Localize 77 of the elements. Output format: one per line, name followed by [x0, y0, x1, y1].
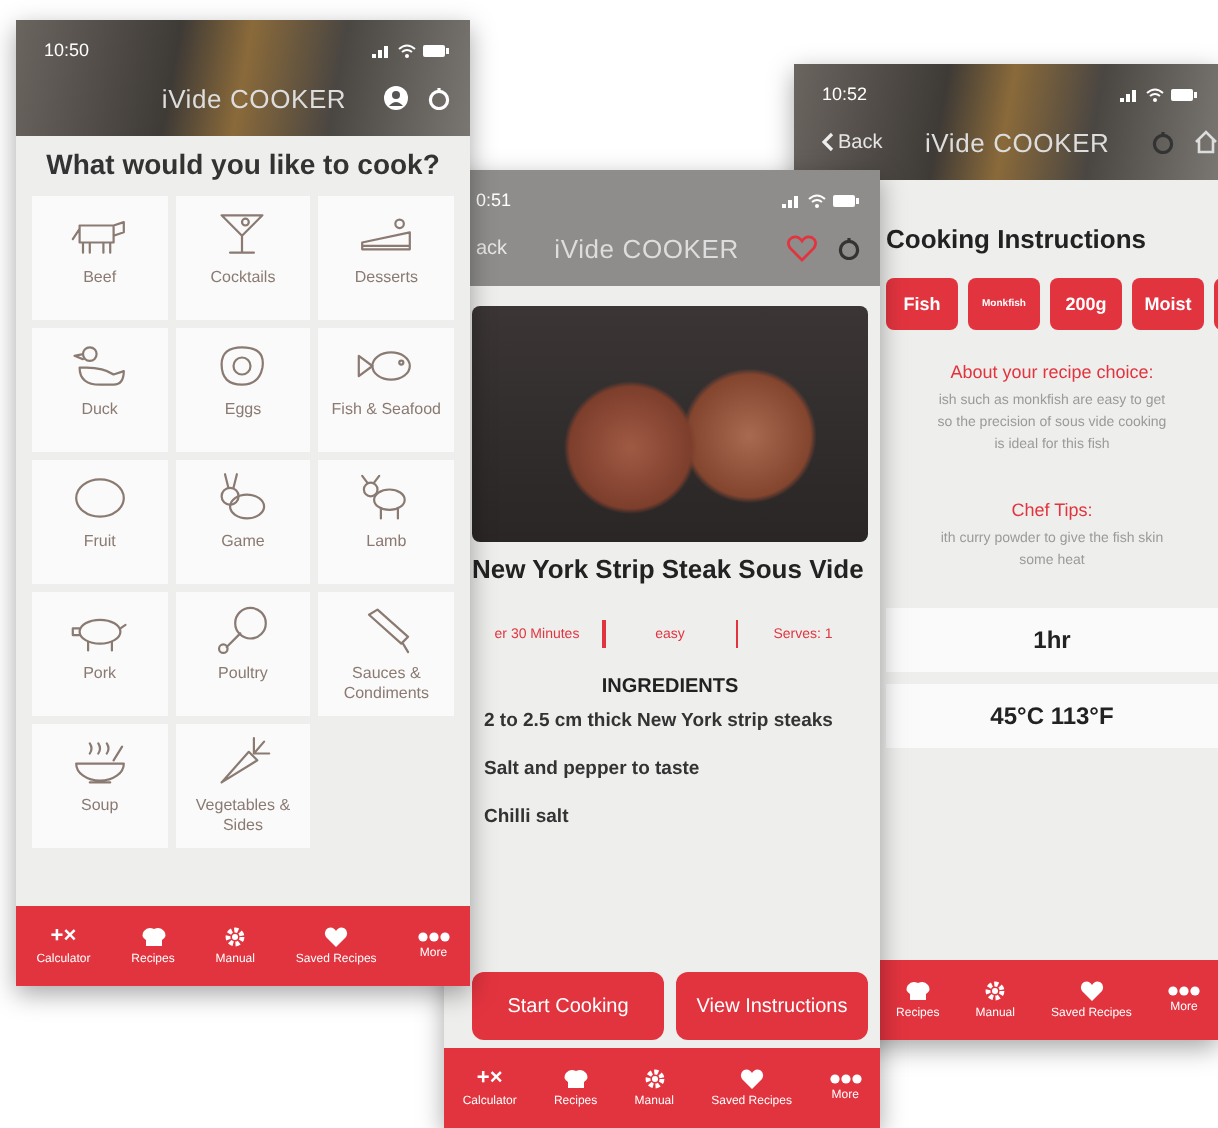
page-title: Cooking Instructions — [886, 224, 1148, 254]
home-icon[interactable] — [1193, 130, 1218, 154]
status-time: 0:51 — [476, 190, 512, 210]
recipe-chip[interactable]: Moist — [1132, 278, 1204, 330]
page-title: What would you like to cook? — [44, 146, 442, 184]
ingredient-item: Chilli salt — [484, 806, 571, 828]
gear-icon — [984, 980, 1007, 1002]
category-tile[interactable]: Vegetables & Sides — [175, 724, 311, 848]
chef-hat-icon — [903, 980, 932, 1002]
category-tile[interactable]: Game — [175, 460, 311, 584]
category-label: Game — [219, 532, 267, 552]
action-button[interactable]: View Instructions — [676, 972, 868, 1040]
recipe-title: New York Strip Steak Sous Vide — [472, 554, 866, 584]
battery-icon — [1170, 87, 1198, 101]
category-tile[interactable]: Cocktails — [175, 196, 311, 320]
signal-icon — [782, 193, 802, 207]
heart-icon — [324, 926, 349, 948]
signal-icon — [1120, 87, 1140, 101]
category-label: Fruit — [81, 532, 118, 552]
recipe-chip[interactable]: Fish — [886, 278, 958, 330]
more-icon — [417, 932, 450, 942]
category-tile[interactable]: Fish & Seafood — [318, 328, 454, 452]
timer-icon[interactable] — [838, 236, 860, 260]
status-time: 10:52 — [822, 84, 868, 104]
battery-icon — [422, 43, 450, 57]
recipe-chip[interactable]: 200g — [1050, 278, 1122, 330]
category-tile[interactable]: Beef — [32, 196, 168, 320]
ingredients-heading: INGREDIENTS — [599, 676, 741, 698]
category-label: Cocktails — [208, 268, 278, 288]
category-label: Eggs — [222, 400, 264, 420]
category-label: Desserts — [352, 268, 420, 288]
chef-hat-icon — [561, 1068, 590, 1090]
app-logo: iVide COOKER — [554, 233, 739, 263]
chef-hat-icon — [139, 926, 168, 948]
more-icon — [829, 1074, 862, 1084]
profile-icon[interactable] — [384, 86, 408, 110]
category-tile[interactable]: Sauces & Condiments — [318, 592, 454, 716]
category-tile[interactable]: Poultry — [175, 592, 311, 716]
category-tile[interactable]: Duck — [32, 328, 168, 452]
wifi-icon — [398, 43, 416, 57]
ingredient-item: Salt and pepper to taste — [484, 758, 702, 780]
category-label: Pork — [81, 664, 119, 684]
back-link[interactable]: Back — [838, 131, 883, 153]
heart-icon — [1079, 980, 1104, 1002]
category-tile[interactable]: Desserts — [318, 196, 454, 320]
wifi-icon — [808, 193, 826, 207]
category-tile[interactable]: Soup — [32, 724, 168, 848]
category-label: Fish & Seafood — [329, 400, 443, 420]
app-logo: iVide COOKER — [924, 127, 1110, 157]
back-chevron-icon[interactable] — [822, 132, 834, 152]
ingredient-item: 2 to 2.5 cm thick New York strip steaks — [484, 710, 835, 732]
heart-icon — [739, 1068, 764, 1090]
category-tile[interactable]: Eggs — [175, 328, 311, 452]
signal-icon — [372, 43, 392, 57]
category-label: Vegetables & Sides — [193, 796, 293, 835]
category-label: Sauces & Condiments — [341, 664, 431, 703]
gear-icon — [643, 1068, 666, 1090]
category-label: Beef — [81, 268, 119, 288]
category-label: Soup — [78, 796, 121, 816]
action-button[interactable]: Start Cooking — [472, 972, 664, 1040]
category-tile[interactable]: Fruit — [32, 460, 168, 584]
category-label: Poultry — [216, 664, 270, 684]
category-label: Duck — [79, 400, 120, 420]
section-heading: About your recipe choice: — [948, 362, 1156, 382]
section-heading: Chef Tips: — [1009, 500, 1095, 520]
gear-icon — [224, 926, 247, 948]
more-icon — [1167, 986, 1200, 996]
cooking-time: 1hr — [886, 608, 1218, 672]
category-label: Lamb — [364, 532, 409, 552]
wifi-icon — [1146, 87, 1164, 101]
status-time: 10:50 — [44, 40, 90, 60]
category-tile[interactable]: Pork — [32, 592, 168, 716]
cooking-temperature: 45°C 113°F — [886, 684, 1218, 748]
app-logo: iVide COOKER — [161, 83, 347, 113]
back-link[interactable]: ack — [476, 237, 508, 259]
category-tile[interactable]: Lamb — [318, 460, 454, 584]
battery-icon — [832, 193, 860, 207]
